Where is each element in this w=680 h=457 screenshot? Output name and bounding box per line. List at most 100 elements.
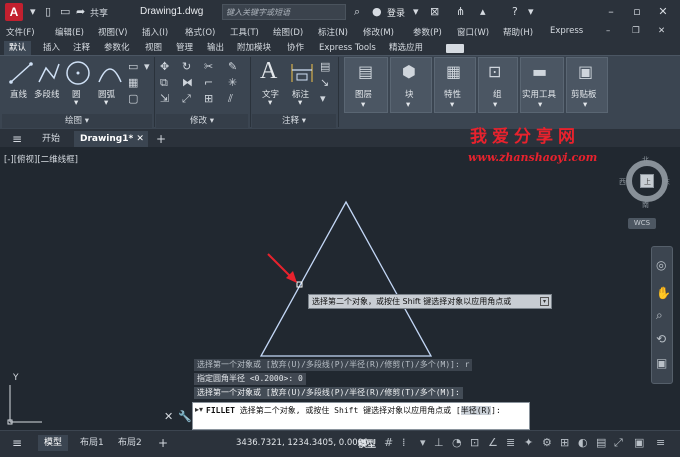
menu-close-icon[interactable]: ✕ bbox=[658, 26, 665, 36]
login-button[interactable]: 登录 bbox=[387, 6, 405, 19]
tab-default[interactable]: 默认 bbox=[4, 41, 32, 55]
pan-hand-icon[interactable]: ✋ bbox=[656, 286, 671, 300]
close-icon[interactable]: ✕ bbox=[654, 3, 672, 21]
model-space-toggle[interactable]: 模型 bbox=[358, 437, 376, 450]
menu-modify[interactable]: 修改(M) bbox=[363, 26, 394, 38]
tab-collaborate[interactable]: 协作 bbox=[282, 41, 309, 55]
tab-model[interactable]: 模型 bbox=[38, 435, 69, 451]
user-icon[interactable]: ● bbox=[372, 5, 382, 18]
tab-manage[interactable]: 管理 bbox=[171, 41, 198, 55]
menu-window[interactable]: 窗口(W) bbox=[457, 26, 489, 38]
panel-modify-title[interactable]: 修改 ▾ bbox=[156, 114, 248, 128]
text-tool-icon[interactable]: A bbox=[260, 58, 277, 85]
circle-dropdown-icon[interactable]: ▾ bbox=[74, 98, 78, 108]
grid-icon[interactable]: # bbox=[384, 436, 393, 449]
menu-express[interactable]: Express bbox=[550, 26, 583, 36]
dimension-dropdown-icon[interactable]: ▾ bbox=[298, 98, 302, 108]
scale-icon[interactable]: ⤢ bbox=[182, 92, 191, 106]
add-layout-icon[interactable]: + bbox=[152, 435, 174, 451]
compass-east[interactable]: 东 bbox=[663, 177, 670, 187]
tab-start[interactable]: 开始 bbox=[36, 131, 66, 147]
login-dropdown-icon[interactable]: ▾ bbox=[413, 5, 419, 18]
mirror-icon[interactable]: ⧓ bbox=[182, 76, 193, 89]
menu-minimize-icon[interactable]: – bbox=[606, 26, 610, 36]
circle-tool-icon[interactable] bbox=[64, 59, 92, 87]
command-recent-icon[interactable]: ▸▾ bbox=[195, 405, 203, 414]
menu-dimension[interactable]: 标注(N) bbox=[318, 26, 348, 38]
polyline-tool-label[interactable]: 多段线 bbox=[34, 88, 60, 100]
help-dropdown-icon[interactable]: ▾ bbox=[528, 5, 534, 18]
annotation-scale-icon[interactable]: ✦ bbox=[524, 436, 533, 449]
tab-express-tools[interactable]: Express Tools bbox=[314, 41, 381, 55]
tooltip-options-icon[interactable]: ▾ bbox=[540, 297, 549, 306]
compass-north[interactable]: 北 bbox=[642, 155, 649, 165]
menu-restore-icon[interactable]: ❐ bbox=[632, 26, 640, 36]
clean-screen-icon[interactable]: ▣ bbox=[634, 436, 644, 449]
tab-layout1[interactable]: 布局1 bbox=[74, 435, 110, 451]
leader-icon[interactable]: ↘ bbox=[320, 76, 329, 89]
workspace-icon[interactable]: ⚙ bbox=[542, 436, 552, 449]
open-menu-icon[interactable]: ▾ bbox=[30, 5, 36, 18]
snap-icon[interactable]: ⁞ bbox=[402, 436, 406, 449]
otrack-icon[interactable]: ∠ bbox=[488, 436, 498, 449]
help-icon[interactable]: ? bbox=[512, 5, 518, 18]
boundary-icon[interactable]: ▢ bbox=[128, 92, 138, 105]
hardware-icon[interactable]: ▤ bbox=[596, 436, 606, 449]
command-close-icon[interactable]: ✕ bbox=[164, 410, 173, 423]
snap-dropdown-icon[interactable]: ▾ bbox=[420, 436, 426, 449]
ribbon-toggle-icon[interactable] bbox=[446, 44, 464, 53]
close-icon[interactable]: ✕ bbox=[136, 134, 144, 144]
menu-edit[interactable]: 编辑(E) bbox=[55, 26, 84, 38]
tab-featured-apps[interactable]: 精选应用 bbox=[384, 41, 428, 55]
command-option-radius[interactable]: 半径(R) bbox=[460, 406, 492, 415]
isolate-icon[interactable]: ◐ bbox=[578, 436, 588, 449]
a360-icon[interactable]: ⋔ bbox=[456, 5, 465, 18]
osnap-icon[interactable]: ⊡ bbox=[470, 436, 479, 449]
rectangle-icon[interactable]: ▭ bbox=[128, 60, 138, 73]
customize-icon[interactable]: ≡ bbox=[656, 436, 665, 449]
fullscreen-icon[interactable]: ⤢ bbox=[614, 436, 623, 450]
menu-format[interactable]: 格式(O) bbox=[185, 26, 215, 38]
zoom-extents-icon[interactable]: ⌕ bbox=[656, 308, 663, 323]
stretch-icon[interactable]: ⇲ bbox=[160, 92, 169, 105]
compass-west[interactable]: 西 bbox=[619, 177, 626, 187]
line-tool-icon[interactable] bbox=[8, 60, 34, 86]
share-icon[interactable]: ➦ bbox=[76, 5, 85, 18]
dimension-tool-icon[interactable] bbox=[288, 60, 316, 86]
erase-icon[interactable]: ✎ bbox=[228, 60, 237, 73]
lineweight-icon[interactable]: ≣ bbox=[506, 436, 515, 449]
command-customize-icon[interactable]: 🔧 bbox=[178, 410, 192, 423]
tab-parametric[interactable]: 参数化 bbox=[99, 41, 135, 55]
ortho-icon[interactable]: ⊥ bbox=[434, 436, 444, 449]
menu-file[interactable]: 文件(F) bbox=[6, 26, 35, 38]
fillet-icon[interactable]: ⌐ bbox=[204, 76, 213, 89]
arc-tool-icon[interactable] bbox=[96, 60, 124, 86]
polar-icon[interactable]: ◔ bbox=[452, 436, 462, 449]
layout-menu-icon[interactable]: ≡ bbox=[6, 435, 28, 451]
hatch-icon[interactable]: ▦ bbox=[128, 76, 138, 89]
menu-draw[interactable]: 绘图(D) bbox=[273, 26, 303, 38]
units-icon[interactable]: ⊞ bbox=[560, 436, 569, 449]
copy-icon[interactable]: ⧉ bbox=[160, 76, 168, 90]
panel-draw-title[interactable]: 绘图 ▾ bbox=[2, 114, 152, 128]
rotate-icon[interactable]: ↻ bbox=[182, 60, 191, 73]
menu-help[interactable]: 帮助(H) bbox=[503, 26, 533, 38]
tab-addins[interactable]: 附加模块 bbox=[232, 41, 276, 55]
annotation-more-icon[interactable]: ▾ bbox=[320, 92, 326, 105]
save-icon[interactable]: ▭ bbox=[60, 5, 70, 18]
maximize-icon[interactable]: ▫ bbox=[628, 3, 646, 21]
new-tab-icon[interactable]: + bbox=[150, 131, 172, 147]
tab-insert[interactable]: 插入 bbox=[38, 41, 65, 55]
search-input[interactable]: 键入关键字或短语 bbox=[222, 4, 346, 20]
offset-icon[interactable]: ⫽ bbox=[228, 92, 233, 106]
viewcube-top-face[interactable]: 上 bbox=[640, 174, 654, 188]
share-label[interactable]: 共享 bbox=[90, 6, 108, 19]
trim-icon[interactable]: ✂ bbox=[204, 60, 213, 73]
array-icon[interactable]: ⊞ bbox=[204, 92, 213, 105]
steering-wheel-icon[interactable]: ◎ bbox=[656, 258, 666, 272]
tab-layout2[interactable]: 布局2 bbox=[112, 435, 148, 451]
menu-tools[interactable]: 工具(T) bbox=[230, 26, 259, 38]
panel-annotation-title[interactable]: 注释 ▾ bbox=[252, 114, 336, 128]
menu-view[interactable]: 视图(V) bbox=[98, 26, 127, 38]
draw-dropdown-icon[interactable]: ▾ bbox=[144, 60, 150, 73]
